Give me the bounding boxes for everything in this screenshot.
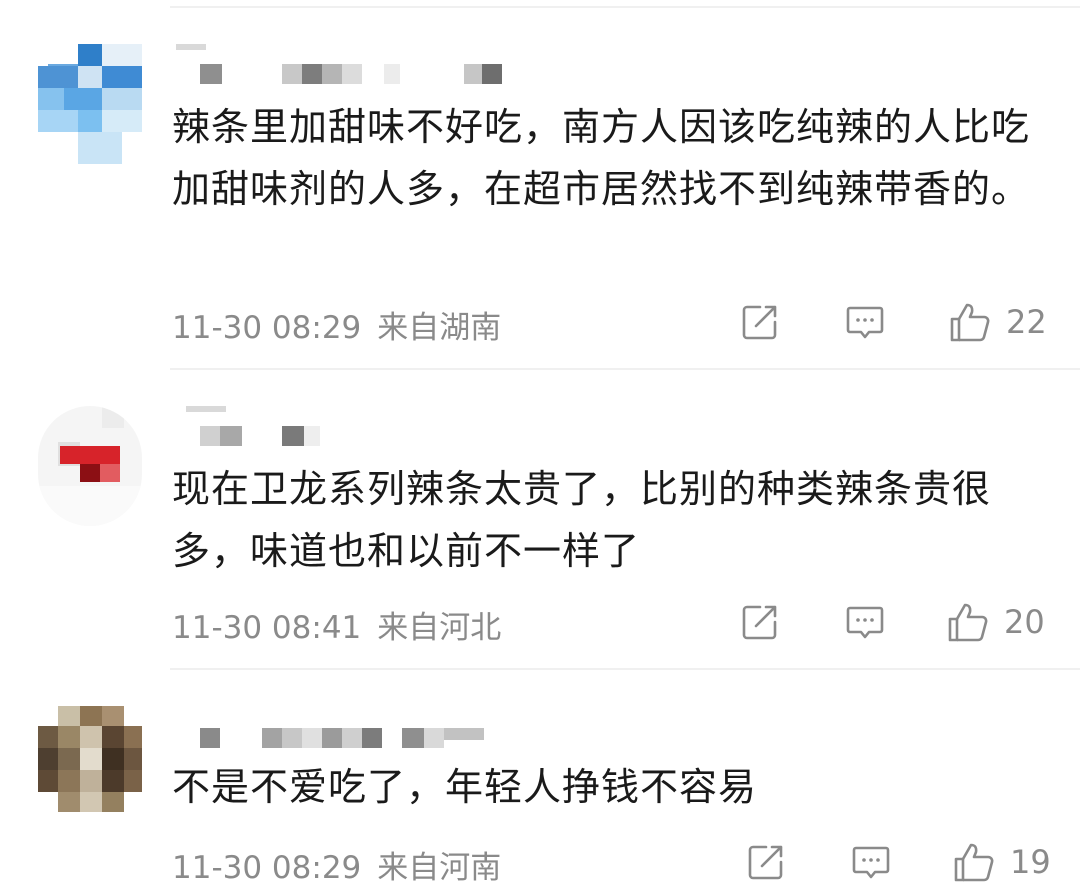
- comment-time: 11-30 08:29: [172, 850, 362, 886]
- reply-icon: [846, 306, 884, 339]
- comment-location: 来自河南: [377, 850, 502, 886]
- share-icon: [748, 845, 783, 880]
- comment-meta: 11-30 08:29 来自河南: [172, 842, 501, 887]
- thumbs-up-icon: [948, 603, 988, 642]
- share-button[interactable]: [740, 602, 780, 642]
- like-count: 19: [1010, 843, 1051, 881]
- like-count: 22: [1006, 303, 1047, 341]
- reply-button[interactable]: [851, 842, 891, 882]
- like-button[interactable]: 22: [948, 300, 1047, 344]
- comment-location: 来自河北: [377, 610, 502, 646]
- comment-item: 辣条里加甜味不好吃，南方人因该吃纯辣的人比吃加甜味剂的人多，在超市居然找不到纯辣…: [0, 0, 1080, 368]
- like-button[interactable]: 19: [952, 840, 1051, 884]
- comment-meta: 11-30 08:41 来自河北: [172, 602, 501, 647]
- reply-button[interactable]: [845, 302, 885, 342]
- user-avatar[interactable]: [38, 44, 142, 164]
- comment-meta: 11-30 08:29 来自湖南: [172, 302, 501, 347]
- like-count: 20: [1004, 603, 1045, 641]
- share-icon: [742, 605, 777, 640]
- user-avatar[interactable]: [38, 706, 142, 826]
- comment-item: 不是不爱吃了，年轻人挣钱不容易 11-30 08:29 来自河南 19: [0, 670, 1080, 896]
- comment-time: 11-30 08:41: [172, 610, 362, 646]
- thumbs-up-icon: [954, 843, 994, 882]
- comment-item: 现在卫龙系列辣条太贵了，比别的种类辣条贵很多，味道也和以前不一样了 11-30 …: [0, 370, 1080, 668]
- comment-time: 11-30 08:29: [172, 310, 362, 346]
- reply-button[interactable]: [845, 602, 885, 642]
- comment-text: 不是不爱吃了，年轻人挣钱不容易: [172, 765, 758, 809]
- reply-icon: [852, 846, 890, 879]
- share-button[interactable]: [740, 302, 780, 342]
- comment-text: 现在卫龙系列辣条太贵了，比别的种类辣条贵很多，味道也和以前不一样了: [172, 467, 992, 573]
- user-avatar[interactable]: [38, 406, 142, 526]
- comment-text: 辣条里加甜味不好吃，南方人因该吃纯辣的人比吃加甜味剂的人多，在超市居然找不到纯辣…: [172, 105, 1031, 211]
- share-button[interactable]: [746, 842, 786, 882]
- share-icon: [742, 305, 777, 340]
- thumbs-up-icon: [950, 303, 990, 342]
- like-button[interactable]: 20: [946, 600, 1045, 644]
- reply-icon: [846, 606, 884, 639]
- comment-location: 来自湖南: [377, 310, 502, 346]
